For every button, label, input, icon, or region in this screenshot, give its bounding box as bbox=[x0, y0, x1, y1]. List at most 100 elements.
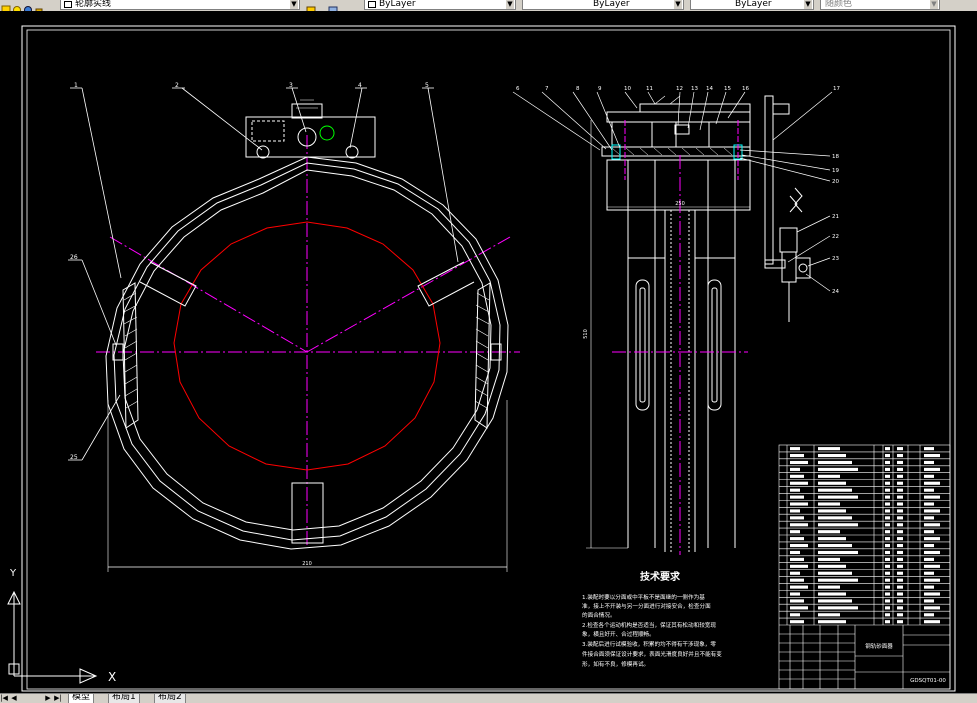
parts-list-cell-text bbox=[885, 509, 890, 513]
chevron-down-icon[interactable]: ▼ bbox=[804, 0, 812, 9]
parts-list-cell-text bbox=[885, 447, 890, 451]
cable-detail-2 bbox=[789, 195, 798, 213]
parts-list-cell-text bbox=[924, 467, 940, 471]
parts-list-cell-text bbox=[897, 447, 903, 451]
balloon-14: 14 bbox=[706, 86, 713, 92]
width-dimension-text: 210 bbox=[302, 561, 312, 567]
layer-color-swatch bbox=[64, 1, 72, 8]
parts-list-cell-text bbox=[897, 488, 903, 492]
parts-list-cell-text bbox=[924, 502, 934, 506]
parts-list-cell-text bbox=[897, 467, 903, 471]
parts-list-cell-text bbox=[790, 454, 804, 458]
parts-list-cell-text bbox=[790, 544, 808, 548]
drawing-canvas[interactable]: 210 1 2 3 4 5 26 25 250 510 6 7 8 9 10 1… bbox=[0, 11, 977, 693]
leader-8 bbox=[572, 91, 613, 151]
color-control-dropdown[interactable]: ByLayer ▼ bbox=[364, 0, 516, 10]
parts-list-cell-text bbox=[897, 537, 903, 541]
parts-list-cell-text bbox=[790, 523, 808, 527]
leader-19 bbox=[741, 154, 831, 171]
balloon-2: 2 bbox=[175, 82, 179, 89]
parts-list-cell-text bbox=[885, 585, 890, 589]
leader-18 bbox=[739, 149, 831, 157]
layer-state-icon[interactable] bbox=[1, 0, 11, 11]
balloon-24: 24 bbox=[832, 289, 839, 295]
pivot-pin-detail bbox=[319, 125, 335, 141]
sun-icon[interactable] bbox=[12, 0, 22, 11]
chevron-down-icon[interactable]: ▼ bbox=[506, 0, 514, 9]
parts-list-cell-text bbox=[818, 564, 846, 568]
torch-body bbox=[779, 227, 798, 253]
center-block-inner bbox=[674, 124, 690, 135]
make-current-layer-icon[interactable] bbox=[306, 0, 316, 11]
plot-style-value: 随颜色 bbox=[825, 0, 853, 9]
parts-list-cell-text bbox=[790, 613, 800, 617]
parts-list-cell-text bbox=[885, 557, 890, 561]
leader-24 bbox=[805, 273, 831, 292]
parts-list-cell-text bbox=[924, 606, 940, 610]
front-view: 210 1 2 3 4 5 26 25 bbox=[68, 82, 520, 572]
parts-list-cell-text bbox=[897, 530, 903, 534]
balloon-25: 25 bbox=[70, 454, 78, 461]
linetype-control-dropdown[interactable]: ByLayer ▼ bbox=[522, 0, 684, 10]
parts-list-cell-text bbox=[897, 599, 903, 603]
parts-list-cell-text bbox=[885, 592, 890, 596]
parts-list-cell-text bbox=[897, 592, 903, 596]
parts-list-cell-text bbox=[790, 578, 804, 582]
parts-list-cell-text bbox=[818, 474, 840, 478]
parts-list-cell-text bbox=[818, 557, 840, 561]
balloon-20: 20 bbox=[832, 179, 839, 185]
parts-list-cell-text bbox=[790, 537, 804, 541]
leader-16 bbox=[727, 91, 746, 119]
top-clamp-recess bbox=[251, 120, 285, 142]
clamp-base-hatch bbox=[611, 147, 733, 156]
balloon-15: 15 bbox=[724, 86, 731, 92]
tech-line: 象，横且好开、合过程顺畅。 bbox=[582, 630, 655, 638]
torch-nozzle bbox=[781, 251, 797, 283]
balloon-5: 5 bbox=[425, 82, 429, 89]
tech-line: 1.装配时要以分面或中平板不是面继的一侧作为基 bbox=[582, 593, 705, 601]
lineweight-control-dropdown[interactable]: ByLayer ▼ bbox=[690, 0, 814, 10]
layer-previous-icon[interactable] bbox=[328, 0, 338, 11]
parts-list-cell-text bbox=[885, 460, 890, 465]
parts-list bbox=[778, 444, 951, 690]
parts-list-cell-text bbox=[897, 564, 903, 568]
left-pad bbox=[122, 282, 139, 429]
leader-25 bbox=[81, 394, 121, 461]
parts-list-cell-text bbox=[897, 544, 903, 548]
parts-list-cell-text bbox=[897, 578, 903, 582]
tech-line: 2.检查各个运动机构是否适当，保证其有松动和较宽现 bbox=[582, 621, 716, 629]
chevron-down-icon[interactable]: ▼ bbox=[290, 0, 298, 9]
parts-list-cell-text bbox=[897, 495, 903, 499]
parts-list-cell-text bbox=[885, 537, 890, 541]
leader-21 bbox=[796, 215, 831, 233]
parts-list-cell-text bbox=[790, 516, 804, 520]
parts-list-cell-text bbox=[790, 495, 804, 499]
layer-dropdown[interactable]: 轮廓实线 ▼ bbox=[60, 0, 300, 10]
parts-list-cell-text bbox=[885, 544, 890, 548]
post-bracket bbox=[772, 103, 790, 115]
parts-list-cell-text bbox=[897, 613, 903, 617]
parts-list-cell-text bbox=[897, 454, 903, 458]
balloon-19: 19 bbox=[832, 168, 839, 174]
balloon-7: 7 bbox=[545, 86, 549, 92]
balloon-8: 8 bbox=[576, 86, 580, 92]
parts-list-cell-text bbox=[885, 474, 890, 478]
parts-list-cell-text bbox=[790, 447, 800, 451]
chevron-down-icon[interactable]: ▼ bbox=[674, 0, 682, 9]
lock-icon[interactable] bbox=[34, 0, 44, 11]
parts-list-cell-text bbox=[818, 447, 840, 451]
parts-list-cell-text bbox=[818, 592, 846, 596]
parts-list-cell-text bbox=[885, 502, 890, 506]
leader-23 bbox=[807, 257, 831, 267]
parts-list-cell-text bbox=[790, 606, 808, 610]
plot-style-dropdown[interactable]: 随颜色 ▼ bbox=[820, 0, 940, 10]
parts-list-cell-text bbox=[924, 620, 940, 624]
tech-requirements: 技术要求 1.装配时要以分面或中平板不是面继的一侧作为基 准，接上不开装与另一分… bbox=[582, 570, 722, 668]
parts-list-cell-text bbox=[818, 571, 852, 575]
freeze-icon[interactable] bbox=[23, 0, 33, 11]
parts-list-cell-text bbox=[897, 606, 903, 610]
drawing-svg[interactable]: 210 1 2 3 4 5 26 25 250 510 6 7 8 9 10 1… bbox=[0, 11, 977, 693]
parts-list-cell-text bbox=[790, 564, 808, 568]
parts-list-cell-text bbox=[790, 467, 800, 471]
parts-list-cell-text bbox=[885, 599, 890, 603]
